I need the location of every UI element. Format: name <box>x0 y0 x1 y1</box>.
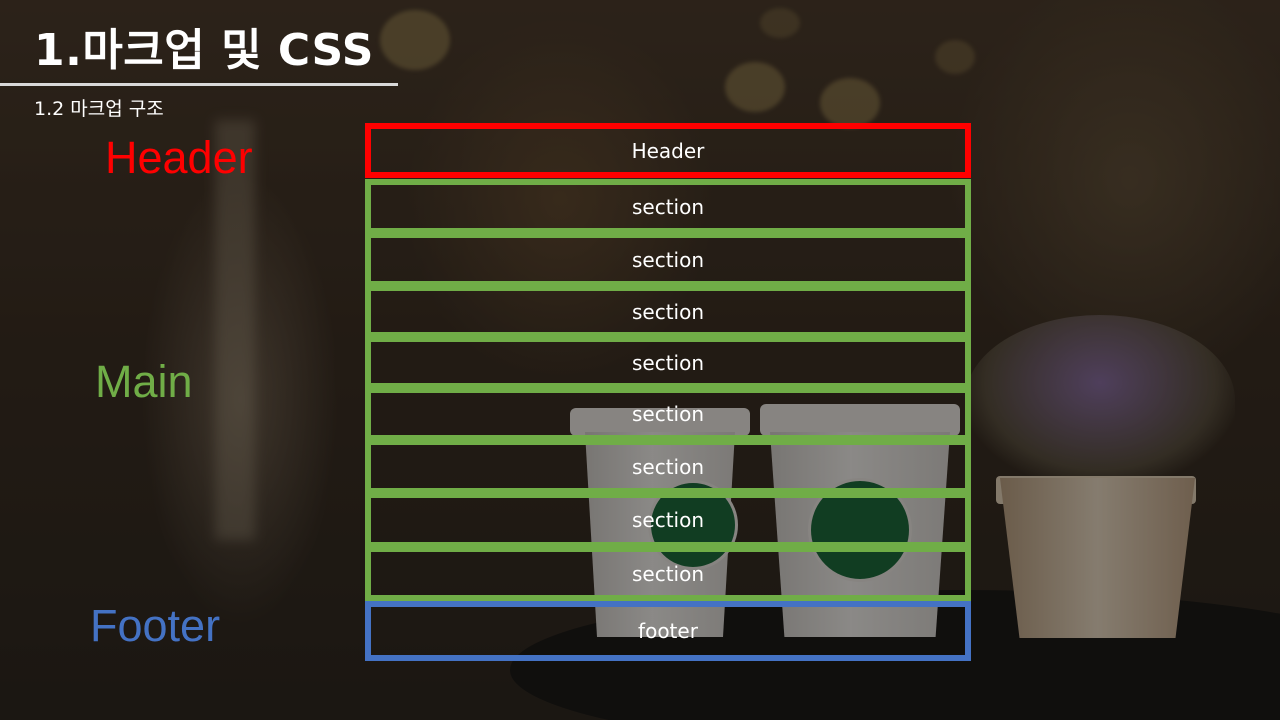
section-box-label: section <box>631 508 705 532</box>
header-region-label: Header <box>105 132 253 183</box>
title-underline <box>0 83 398 86</box>
section-box-label: section <box>631 194 705 219</box>
slide: 1.마크업 및 CSS 1.2 마크업 구조 Header Main Foote… <box>0 0 1280 720</box>
section-box: section <box>365 492 971 548</box>
section-box: section <box>365 232 971 287</box>
section-box-label: section <box>631 247 705 272</box>
section-box: section <box>365 336 971 389</box>
slide-subtitle: 1.2 마크업 구조 <box>34 98 164 120</box>
section-box: section <box>365 439 971 494</box>
section-box: section <box>365 179 971 234</box>
footer-box-label: footer <box>638 619 698 643</box>
section-box: section <box>365 546 971 601</box>
section-box: section <box>365 285 971 338</box>
footer-region-label: Footer <box>90 600 221 651</box>
section-box-label: section <box>631 350 705 375</box>
main-region-label: Main <box>95 356 193 407</box>
section-box-label: section <box>631 299 705 324</box>
section-box: section <box>365 387 971 441</box>
header-box: Header <box>365 123 971 178</box>
header-box-label: Header <box>631 138 705 163</box>
section-box-label: section <box>631 561 705 586</box>
section-box-label: section <box>631 402 705 426</box>
section-box-label: section <box>631 454 705 479</box>
footer-box: footer <box>365 601 971 661</box>
slide-title: 1.마크업 및 CSS <box>34 25 374 76</box>
